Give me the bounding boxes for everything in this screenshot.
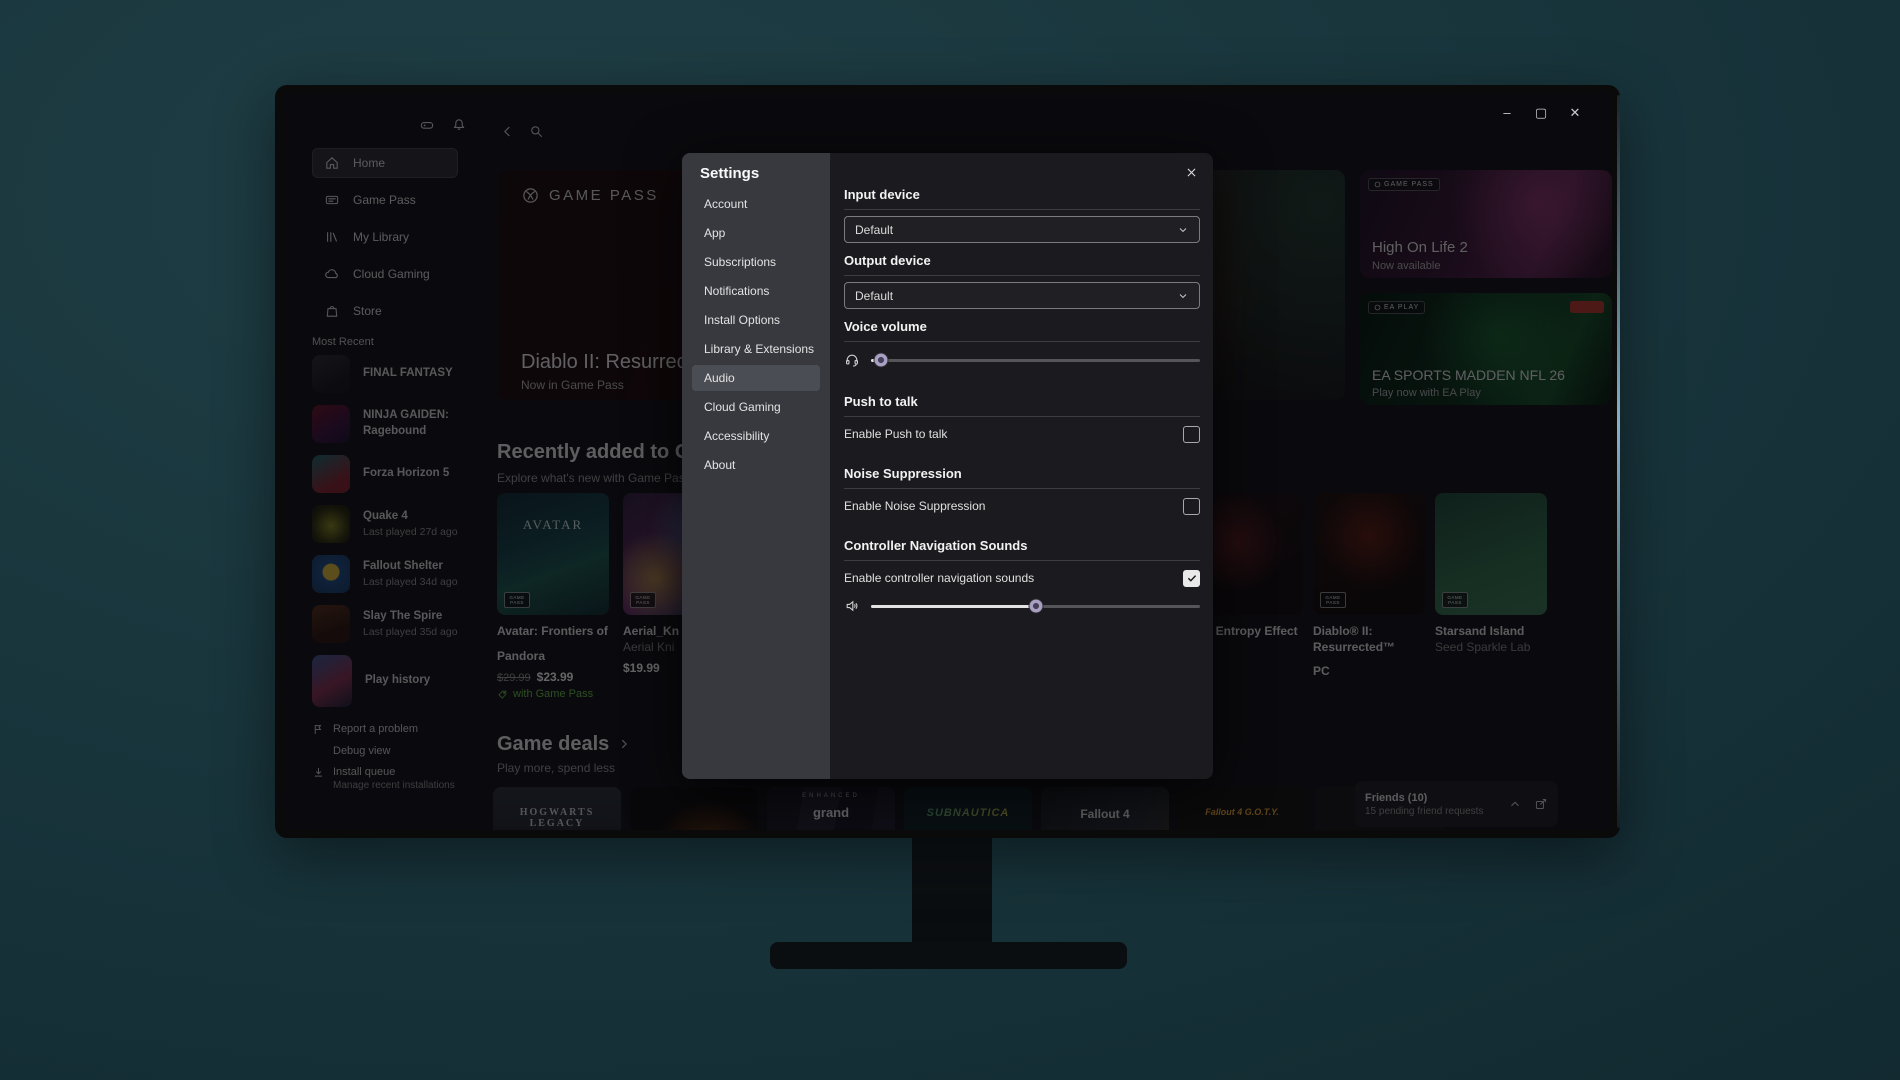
settings-nav-subscriptions[interactable]: Subscriptions <box>692 249 820 275</box>
controller-sounds-slider-handle[interactable] <box>1029 600 1042 613</box>
settings-nav-install-options[interactable]: Install Options <box>692 307 820 333</box>
controller-sounds-checkbox[interactable] <box>1183 570 1200 587</box>
settings-nav-library-extensions[interactable]: Library & Extensions <box>692 336 820 362</box>
push-to-talk-checkbox[interactable] <box>1183 426 1200 443</box>
xbox-app-window: Home Game Pass My Library Cloud Gam <box>283 93 1612 830</box>
maximize-button[interactable]: ▢ <box>1534 105 1548 121</box>
monitor-stand-base <box>770 942 1127 969</box>
chevron-down-icon <box>1177 290 1189 302</box>
settings-nav-audio[interactable]: Audio <box>692 365 820 391</box>
settings-nav-notifications[interactable]: Notifications <box>692 278 820 304</box>
monitor: Home Game Pass My Library Cloud Gam <box>275 85 1620 838</box>
desk-background: Home Game Pass My Library Cloud Gam <box>0 0 1900 1080</box>
chevron-down-icon <box>1177 224 1189 236</box>
section-input-device: Input device Default <box>844 187 1200 243</box>
settings-nav-app[interactable]: App <box>692 220 820 246</box>
section-noise-suppression: Noise Suppression Enable Noise Suppressi… <box>844 466 1200 516</box>
settings-audio-panel: Input device Default Output device Defau… <box>830 153 1213 779</box>
monitor-stand-neck <box>912 836 992 946</box>
section-push-to-talk: Push to talk Enable Push to talk <box>844 394 1200 444</box>
section-voice-volume: Voice volume <box>844 319 1200 369</box>
settings-nav-account[interactable]: Account <box>692 191 820 217</box>
settings-nav-accessibility[interactable]: Accessibility <box>692 423 820 449</box>
speaker-icon <box>844 598 860 614</box>
settings-title: Settings <box>700 166 830 182</box>
settings-dialog: Settings Account App Subscriptions Notif… <box>682 153 1213 779</box>
input-device-select[interactable]: Default <box>844 216 1200 243</box>
settings-nav-about[interactable]: About <box>692 452 820 478</box>
voice-volume-slider-handle[interactable] <box>874 354 887 367</box>
controller-sounds-volume-slider[interactable] <box>871 597 1200 615</box>
settings-nav-cloud-gaming[interactable]: Cloud Gaming <box>692 394 820 420</box>
close-icon[interactable] <box>1185 166 1198 179</box>
window-controls: – ▢ ✕ <box>1500 105 1582 121</box>
close-button[interactable]: ✕ <box>1568 105 1582 121</box>
noise-suppression-checkbox[interactable] <box>1183 498 1200 515</box>
headset-icon <box>844 352 860 368</box>
settings-nav: Settings Account App Subscriptions Notif… <box>682 153 830 779</box>
voice-volume-slider[interactable] <box>871 351 1200 369</box>
section-controller-navigation-sounds: Controller Navigation Sounds Enable cont… <box>844 538 1200 615</box>
output-device-select[interactable]: Default <box>844 282 1200 309</box>
section-output-device: Output device Default <box>844 253 1200 309</box>
minimize-button[interactable]: – <box>1500 105 1514 121</box>
